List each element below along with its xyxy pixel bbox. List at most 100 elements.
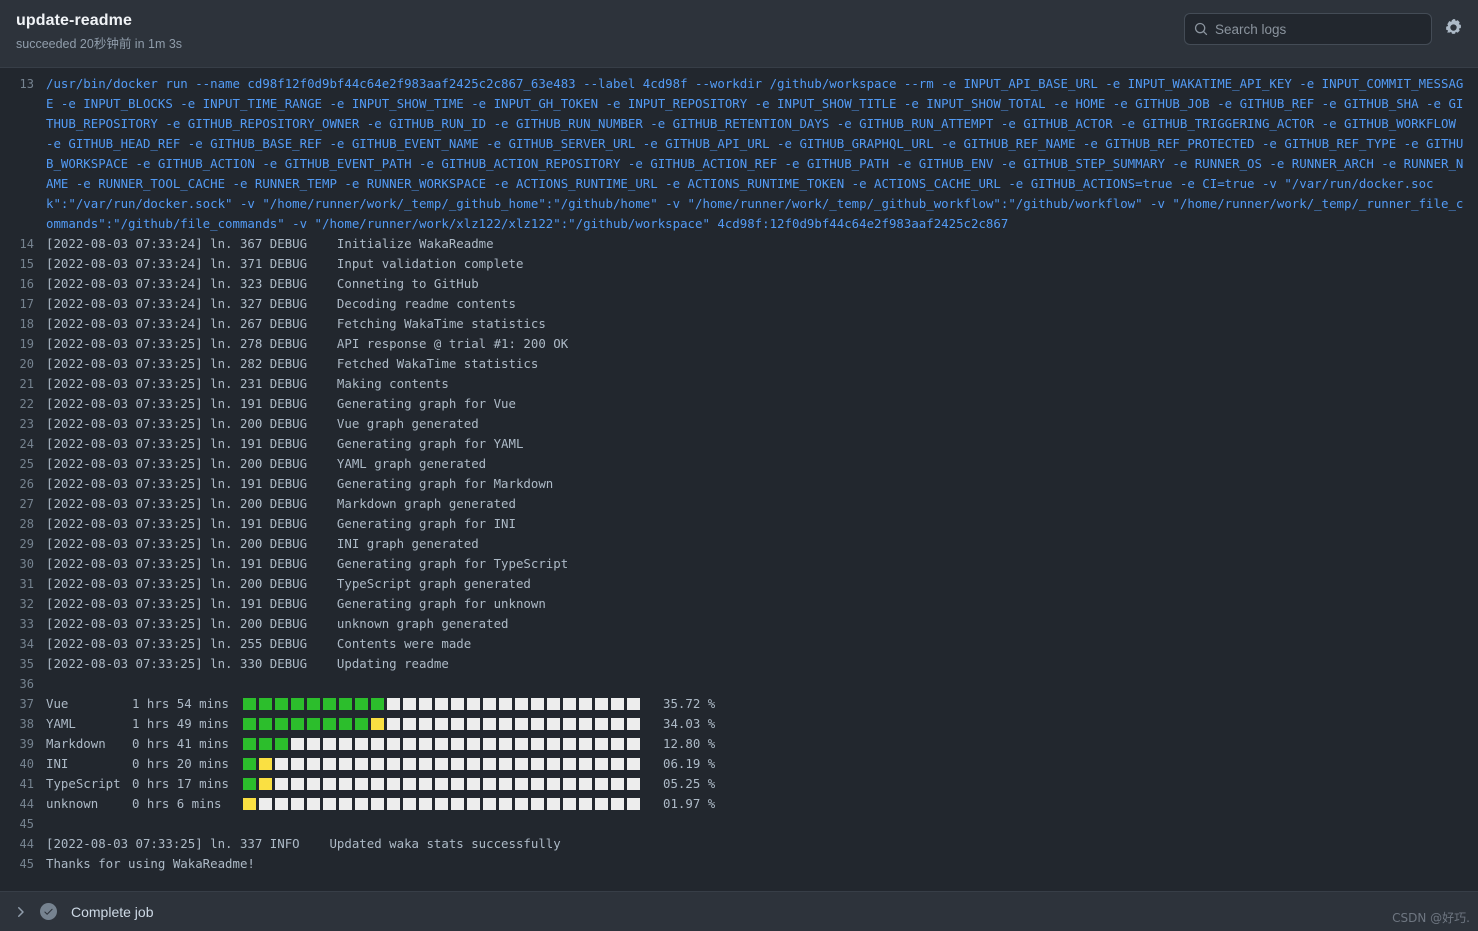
log-line: 15 [2022-08-03 07:33:24] ln. 371 DEBUG In… <box>0 254 1478 274</box>
progress-block-empty <box>626 797 641 811</box>
progress-block-empty <box>578 777 593 791</box>
language-name: Markdown <box>46 736 106 751</box>
log-line-text: [2022-08-03 07:33:25] ln. 191 DEBUG Gene… <box>46 516 516 531</box>
progress-block-empty <box>402 777 417 791</box>
progress-block-empty <box>370 757 385 771</box>
progress-block-empty <box>482 797 497 811</box>
log-line: 16 [2022-08-03 07:33:24] ln. 323 DEBUG Co… <box>0 274 1478 294</box>
chevron-right-icon[interactable] <box>12 904 28 920</box>
progress-block-empty <box>386 777 401 791</box>
log-line-number: 26 <box>19 477 34 491</box>
progress-block-green <box>274 737 289 751</box>
progress-block-yellow <box>258 777 273 791</box>
log-line-text: [2022-08-03 07:33:25] ln. 200 DEBUG Mark… <box>46 496 516 511</box>
log-line-number: 37 <box>19 697 34 711</box>
progress-block-empty <box>450 797 465 811</box>
progress-block-empty <box>466 697 481 711</box>
log-line-number: 22 <box>19 397 34 411</box>
progress-block-empty <box>370 797 385 811</box>
search-input[interactable] <box>1215 14 1431 44</box>
language-percent: 06.19 % <box>663 756 716 771</box>
log-line-number: 30 <box>19 557 34 571</box>
language-duration: 0 hrs 17 mins <box>132 776 229 791</box>
log-line-text: [2022-08-03 07:33:25] ln. 200 DEBUG YAML… <box>46 456 487 471</box>
log-line-text: [2022-08-03 07:33:25] ln. 255 DEBUG Cont… <box>46 636 472 651</box>
progress-block-empty <box>306 737 321 751</box>
progress-block-empty <box>482 697 497 711</box>
progress-block-empty <box>626 737 641 751</box>
progress-block-empty <box>562 757 577 771</box>
log-line-number: 28 <box>19 517 34 531</box>
progress-block-empty <box>434 777 449 791</box>
progress-block-empty <box>482 757 497 771</box>
progress-block-empty <box>290 777 305 791</box>
search-logs-box[interactable] <box>1184 13 1432 45</box>
progress-block-empty <box>578 737 593 751</box>
progress-block-yellow <box>370 717 385 731</box>
log-line: 17 [2022-08-03 07:33:24] ln. 327 DEBUG De… <box>0 294 1478 314</box>
log-line-text: [2022-08-03 07:33:25] ln. 191 DEBUG Gene… <box>46 436 524 451</box>
progress-blocks <box>242 717 641 731</box>
language-percent: 35.72 % <box>663 696 716 711</box>
log-line-number: 31 <box>19 577 34 591</box>
log-stat-line: 37 Vue 1 hrs 54 mins 35.72 % <box>0 694 1478 714</box>
search-icon <box>1194 22 1208 36</box>
log-line-number: 15 <box>19 257 34 271</box>
gear-icon <box>1445 19 1462 39</box>
language-percent: 01.97 % <box>663 796 716 811</box>
progress-block-empty <box>562 697 577 711</box>
progress-block-empty <box>386 797 401 811</box>
progress-block-empty <box>530 737 545 751</box>
progress-block-empty <box>434 757 449 771</box>
log-line-text: [2022-08-03 07:33:25] ln. 337 INFO Updat… <box>46 836 561 851</box>
log-line-number: 44 <box>19 837 34 851</box>
settings-button[interactable] <box>1442 18 1464 40</box>
progress-block-green <box>258 697 273 711</box>
progress-block-empty <box>562 777 577 791</box>
log-stats-block: 37 Vue 1 hrs 54 mins 35.72 % 38 YAML 1 hrs 49 … <box>0 694 1478 814</box>
progress-block-empty <box>498 737 513 751</box>
progress-block-empty <box>450 717 465 731</box>
log-line-text: [2022-08-03 07:33:25] ln. 200 DEBUG Vue … <box>46 416 479 431</box>
progress-block-empty <box>386 757 401 771</box>
watermark: CSDN @好巧. <box>1392 911 1470 925</box>
log-line-number: 19 <box>19 337 34 351</box>
log-line-text: [2022-08-03 07:33:25] ln. 200 DEBUG Type… <box>46 576 531 591</box>
progress-block-empty <box>434 717 449 731</box>
log-line: 45 <box>0 814 1478 834</box>
language-stat-row: INI 0 hrs 20 mins 06.19 % <box>46 754 1478 774</box>
log-line: 18 [2022-08-03 07:33:24] ln. 267 DEBUG Fe… <box>0 314 1478 334</box>
log-output-panel[interactable]: 13/usr/bin/docker run --name cd98f12f0d9… <box>0 68 1478 891</box>
log-command-text[interactable]: /usr/bin/docker run --name cd98f12f0d9bf… <box>46 74 1478 234</box>
language-name: unknown <box>46 796 99 811</box>
progress-block-green <box>242 717 257 731</box>
log-line-text: [2022-08-03 07:33:24] ln. 371 DEBUG Inpu… <box>46 256 524 271</box>
log-line: 28 [2022-08-03 07:33:25] ln. 191 DEBUG Ge… <box>0 514 1478 534</box>
log-line-number: 18 <box>19 317 34 331</box>
progress-block-empty <box>274 757 289 771</box>
log-line: 35 [2022-08-03 07:33:25] ln. 330 DEBUG Up… <box>0 654 1478 674</box>
progress-block-empty <box>338 737 353 751</box>
progress-block-green <box>306 697 321 711</box>
progress-block-empty <box>322 757 337 771</box>
log-line-number: 14 <box>19 237 34 251</box>
progress-block-empty <box>466 757 481 771</box>
job-header-info: update-readme succeeded 20秒钟前 in 1m 3s <box>16 10 182 52</box>
progress-block-empty <box>594 697 609 711</box>
complete-job-bar[interactable]: Complete job CSDN @好巧. <box>0 891 1478 931</box>
log-line-number: 17 <box>19 297 34 311</box>
log-line: 23 [2022-08-03 07:33:25] ln. 200 DEBUG Vu… <box>0 414 1478 434</box>
progress-block-empty <box>418 797 433 811</box>
log-stat-line: 39 Markdown 0 hrs 41 mins 12.80 % <box>0 734 1478 754</box>
progress-block-empty <box>322 777 337 791</box>
progress-block-green <box>338 717 353 731</box>
progress-block-empty <box>338 797 353 811</box>
log-line-text: [2022-08-03 07:33:25] ln. 330 DEBUG Upda… <box>46 656 449 671</box>
progress-block-empty <box>562 797 577 811</box>
progress-block-empty <box>498 757 513 771</box>
progress-block-empty <box>386 697 401 711</box>
progress-block-empty <box>610 737 625 751</box>
progress-block-empty <box>290 757 305 771</box>
progress-block-empty <box>498 777 513 791</box>
progress-block-green <box>322 697 337 711</box>
